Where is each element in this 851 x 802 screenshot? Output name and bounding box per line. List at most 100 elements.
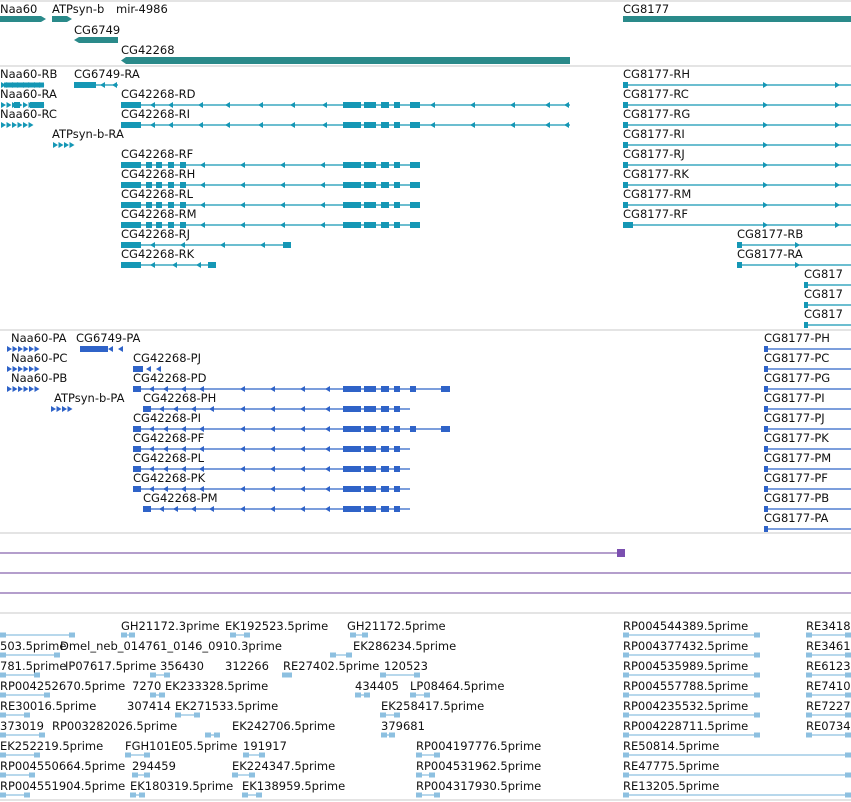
strand-arrow[interactable] (198, 102, 203, 108)
exon-block[interactable] (804, 302, 808, 308)
exon-block[interactable] (764, 386, 768, 392)
strand-arrow[interactable] (18, 386, 23, 392)
exon-block[interactable] (355, 692, 361, 698)
strand-arrow[interactable] (763, 142, 768, 148)
exon-block[interactable] (146, 202, 152, 208)
strand-arrow[interactable] (56, 406, 62, 412)
exon-block[interactable] (232, 772, 238, 778)
strand-arrow[interactable] (835, 222, 840, 228)
exon-block[interactable] (364, 506, 376, 512)
exon-block[interactable] (804, 322, 808, 328)
strand-arrow[interactable] (191, 506, 196, 512)
exon-block[interactable] (29, 772, 35, 778)
exon-block[interactable] (394, 102, 400, 108)
strand-arrow[interactable] (240, 386, 245, 392)
strand-arrow[interactable] (53, 142, 58, 148)
exon-block[interactable] (125, 752, 131, 758)
exon-block[interactable] (156, 222, 162, 228)
exon-block[interactable] (410, 386, 416, 392)
exon-block[interactable] (180, 162, 186, 168)
exon-block[interactable] (0, 632, 6, 638)
exon-block[interactable] (381, 222, 389, 228)
exon-block[interactable] (623, 82, 628, 88)
exon-block[interactable] (343, 426, 361, 432)
strand-arrow[interactable] (300, 446, 305, 452)
exon-block[interactable] (175, 712, 181, 718)
gene-feature[interactable] (52, 16, 72, 22)
strand-arrow[interactable] (58, 142, 64, 148)
strand-arrow[interactable] (320, 222, 325, 228)
strand-arrow[interactable] (290, 102, 295, 108)
exon-block[interactable] (754, 672, 760, 678)
strand-arrow[interactable] (1, 122, 6, 128)
exon-block[interactable] (168, 162, 174, 168)
exon-block[interactable] (806, 712, 812, 718)
strand-arrow[interactable] (300, 506, 305, 512)
exon-block[interactable] (410, 426, 416, 432)
exon-block[interactable] (146, 182, 152, 188)
strand-arrow[interactable] (12, 122, 17, 128)
strand-arrow[interactable] (69, 142, 75, 148)
exon-block[interactable] (69, 632, 75, 638)
strand-arrow[interactable] (225, 102, 230, 108)
exon-block[interactable] (168, 202, 174, 208)
exon-block[interactable] (381, 406, 389, 412)
exon-block[interactable] (133, 446, 141, 452)
exon-block[interactable] (121, 242, 141, 248)
exon-block[interactable] (144, 752, 150, 758)
exon-block[interactable] (364, 446, 376, 452)
exon-block[interactable] (394, 426, 400, 432)
exon-block[interactable] (244, 632, 250, 638)
exon-block[interactable] (54, 652, 60, 658)
exon-block[interactable] (364, 386, 376, 392)
exon-block[interactable] (381, 386, 389, 392)
strand-arrow[interactable] (470, 122, 475, 128)
exon-block[interactable] (380, 672, 386, 678)
strand-arrow[interactable] (325, 446, 330, 452)
strand-arrow[interactable] (835, 82, 840, 88)
exon-block[interactable] (737, 262, 742, 268)
exon-block[interactable] (80, 346, 108, 352)
exon-block[interactable] (39, 732, 45, 738)
strand-arrow[interactable] (150, 262, 155, 268)
exon-block[interactable] (394, 386, 400, 392)
exon-block[interactable] (259, 752, 265, 758)
repeat-end-marker[interactable] (617, 549, 625, 557)
strand-arrow[interactable] (100, 82, 105, 88)
strand-arrow[interactable] (34, 386, 40, 392)
exon-block[interactable] (230, 632, 236, 638)
exon-block[interactable] (381, 506, 389, 512)
strand-arrow[interactable] (545, 102, 550, 108)
exon-block[interactable] (623, 672, 629, 678)
exon-block[interactable] (121, 202, 141, 208)
exon-block[interactable] (845, 792, 851, 798)
exon-block[interactable] (346, 652, 352, 658)
exon-block[interactable] (330, 652, 336, 658)
exon-block[interactable] (249, 772, 255, 778)
strand-arrow[interactable] (510, 102, 515, 108)
exon-block[interactable] (394, 712, 400, 718)
strand-arrow[interactable] (564, 102, 569, 108)
exon-block[interactable] (410, 182, 420, 188)
strand-arrow[interactable] (320, 182, 325, 188)
exon-block[interactable] (381, 486, 389, 492)
exon-block[interactable] (845, 652, 851, 658)
exon-block[interactable] (381, 122, 389, 128)
exon-block[interactable] (754, 712, 760, 718)
strand-arrow[interactable] (64, 142, 69, 148)
exon-block[interactable] (121, 162, 141, 168)
exon-block[interactable] (623, 692, 629, 698)
strand-arrow[interactable] (835, 182, 840, 188)
exon-block[interactable] (394, 182, 400, 188)
strand-arrow[interactable] (240, 406, 245, 412)
exon-block[interactable] (156, 202, 162, 208)
strand-arrow[interactable] (225, 122, 230, 128)
exon-block[interactable] (806, 652, 812, 658)
exon-block[interactable] (243, 752, 249, 758)
strand-arrow[interactable] (270, 466, 275, 472)
exon-block[interactable] (623, 102, 628, 108)
exon-block[interactable] (623, 202, 628, 208)
exon-block[interactable] (389, 732, 395, 738)
exon-block[interactable] (754, 652, 760, 658)
strand-arrow[interactable] (209, 406, 214, 412)
